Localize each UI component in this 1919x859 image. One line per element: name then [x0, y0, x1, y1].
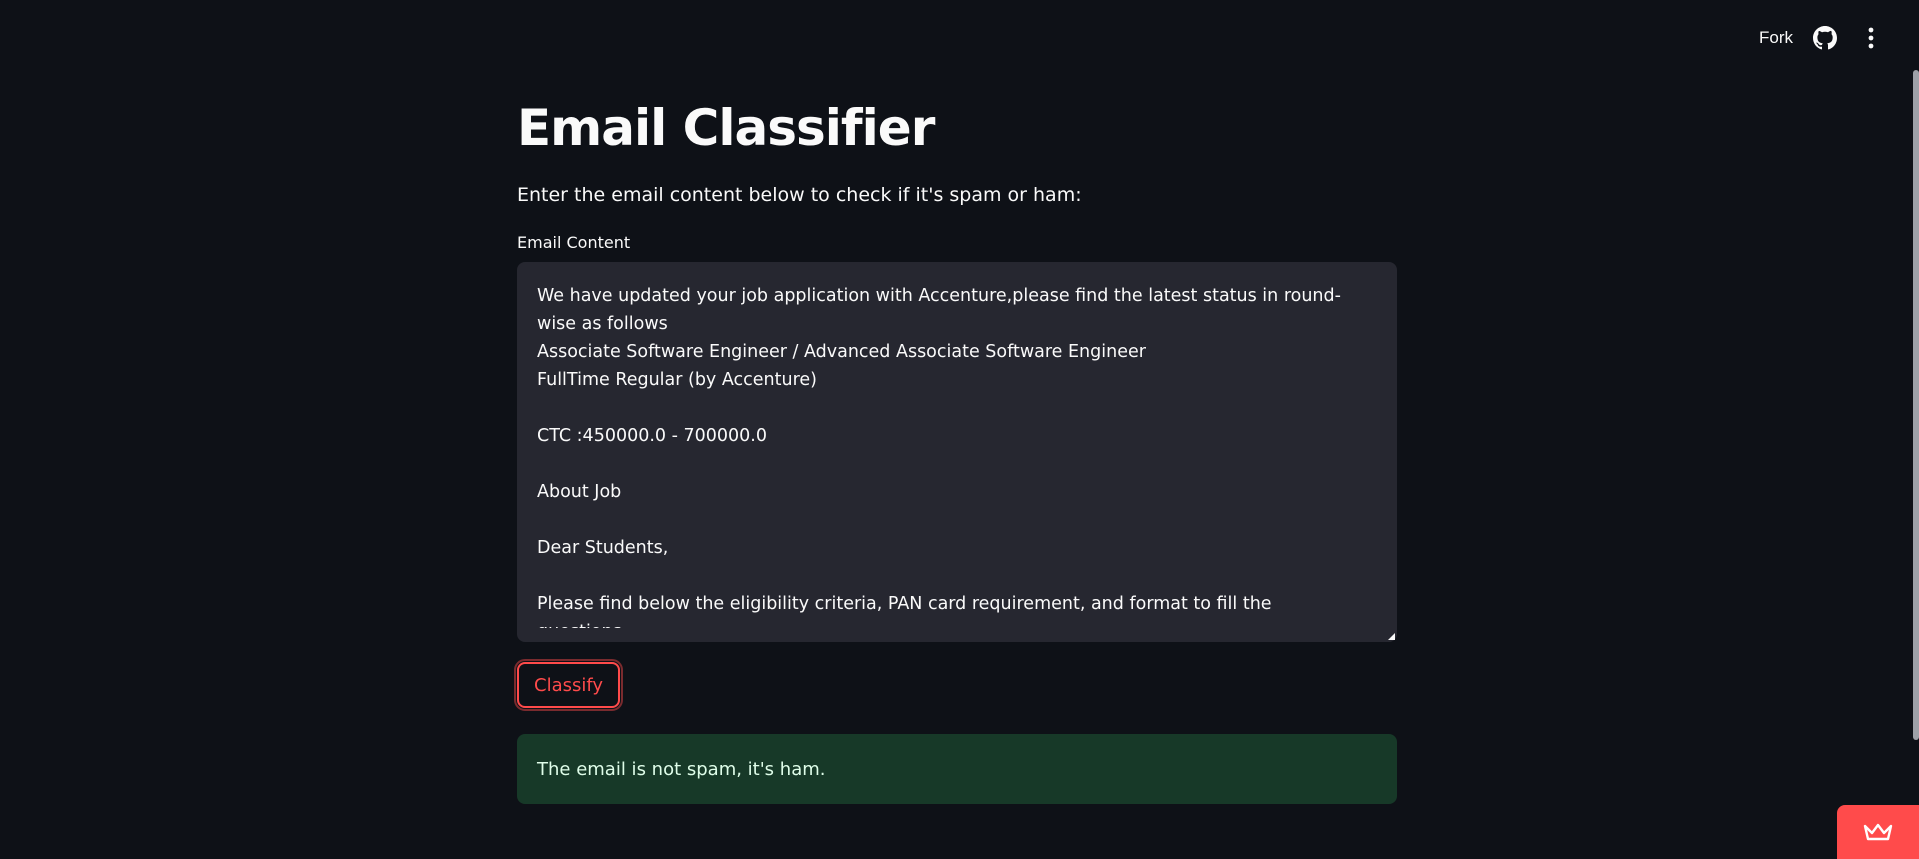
main-content: Email Classifier Enter the email content… [513, 92, 1397, 804]
email-content-label: Email Content [517, 233, 631, 252]
streamlit-badge[interactable] [1837, 805, 1919, 859]
toolbar: Fork [1759, 24, 1885, 52]
result-success-alert: The email is not spam, it's ham. [517, 734, 1397, 804]
page-subtitle: Enter the email content below to check i… [517, 184, 1082, 206]
github-icon[interactable] [1811, 24, 1839, 52]
classify-button[interactable]: Classify [513, 659, 624, 711]
crown-icon [1863, 823, 1893, 841]
result-text: The email is not spam, it's ham. [537, 758, 826, 780]
page-scrollbar[interactable] [1913, 70, 1919, 740]
fork-button[interactable]: Fork [1759, 28, 1793, 48]
email-content-text[interactable]: We have updated your job application wit… [537, 282, 1361, 628]
app-header: Fork [0, 0, 1919, 78]
kebab-menu-icon[interactable] [1857, 24, 1885, 52]
email-content-textarea[interactable]: We have updated your job application wit… [517, 262, 1397, 642]
page-title: Email Classifier [517, 99, 935, 157]
resize-handle-icon[interactable] [1388, 633, 1395, 640]
